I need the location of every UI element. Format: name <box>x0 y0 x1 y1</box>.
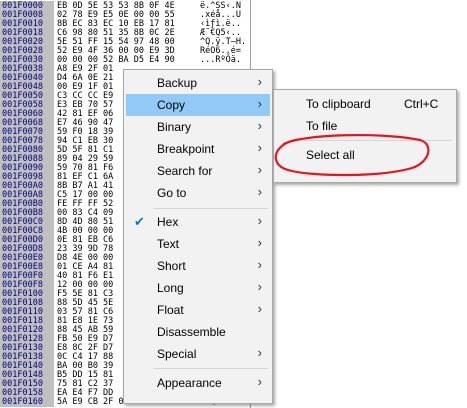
menu-item-copy[interactable]: Copy › <box>126 94 270 116</box>
chevron-right-icon: › <box>257 235 262 250</box>
menu-item-label: Hex <box>157 215 179 229</box>
submenu-item-label: To clipboard <box>306 97 371 111</box>
menu-item-go-to[interactable]: Go to › <box>126 182 270 204</box>
menu-item-appearance[interactable]: Appearance › <box>126 372 270 394</box>
chevron-right-icon: › <box>257 140 262 155</box>
chevron-right-icon: › <box>257 96 262 111</box>
menu-item-label: Go to <box>157 186 187 200</box>
chevron-right-icon: › <box>257 184 262 199</box>
chevron-right-icon: › <box>257 162 262 177</box>
menu-item-label: Special <box>157 347 197 361</box>
menu-item-label: Long <box>157 281 184 295</box>
menu-item-special[interactable]: Special › <box>126 343 270 365</box>
menu-item-disassemble[interactable]: Disassemble <box>126 321 270 343</box>
menu-separator <box>154 368 268 369</box>
menu-separator <box>154 208 268 209</box>
menu-item-label: Float <box>157 303 184 317</box>
menu-item-label: Breakpoint <box>157 142 215 156</box>
menu-item-label: Copy <box>157 98 186 112</box>
submenu-item-to-clipboard[interactable]: To clipboard Ctrl+C <box>276 93 454 115</box>
address-cell: 001F0160 <box>0 397 54 407</box>
menu-separator <box>304 140 452 141</box>
menu-item-label: Binary <box>157 120 192 134</box>
menu-item-binary[interactable]: Binary › <box>126 116 270 138</box>
chevron-right-icon: › <box>257 74 262 89</box>
menu-item-label: Search for <box>157 164 213 178</box>
menu-item-label: Short <box>157 259 186 273</box>
chevron-right-icon: › <box>257 257 262 272</box>
chevron-right-icon: › <box>257 301 262 316</box>
menu-item-label: Disassemble <box>157 325 226 339</box>
menu-item-hex[interactable]: ✔ Hex › <box>126 211 270 233</box>
menu-item-backup[interactable]: Backup › <box>126 72 270 94</box>
chevron-right-icon: › <box>257 345 262 360</box>
menu-item-label: Backup <box>157 76 198 90</box>
menu-item-label: Appearance <box>157 376 222 390</box>
menu-item-float[interactable]: Float › <box>126 299 270 321</box>
chevron-right-icon: › <box>257 374 262 389</box>
submenu-item-label: To file <box>306 119 338 133</box>
submenu-item-label: Select all <box>306 148 355 162</box>
menu-item-breakpoint[interactable]: Breakpoint › <box>126 138 270 160</box>
submenu-item-to-file[interactable]: To file <box>276 115 454 137</box>
menu-item-search-for[interactable]: Search for › <box>126 160 270 182</box>
chevron-right-icon: › <box>257 279 262 294</box>
chevron-right-icon: › <box>257 213 262 228</box>
menu-item-long[interactable]: Long › <box>126 277 270 299</box>
shortcut-label: Ctrl+C <box>404 97 439 111</box>
menu-item-short[interactable]: Short › <box>126 255 270 277</box>
chevron-right-icon: › <box>257 118 262 133</box>
context-menu: Backup › Copy › Binary › Breakpoint › Se… <box>123 69 273 404</box>
copy-submenu: To clipboard Ctrl+C To file Select all <box>273 89 457 183</box>
menu-item-label: Text <box>157 237 180 251</box>
checkmark-icon: ✔ <box>134 214 145 229</box>
empty-pane <box>251 0 467 408</box>
menu-item-text[interactable]: Text › <box>126 233 270 255</box>
submenu-item-select-all[interactable]: Select all <box>276 144 454 166</box>
